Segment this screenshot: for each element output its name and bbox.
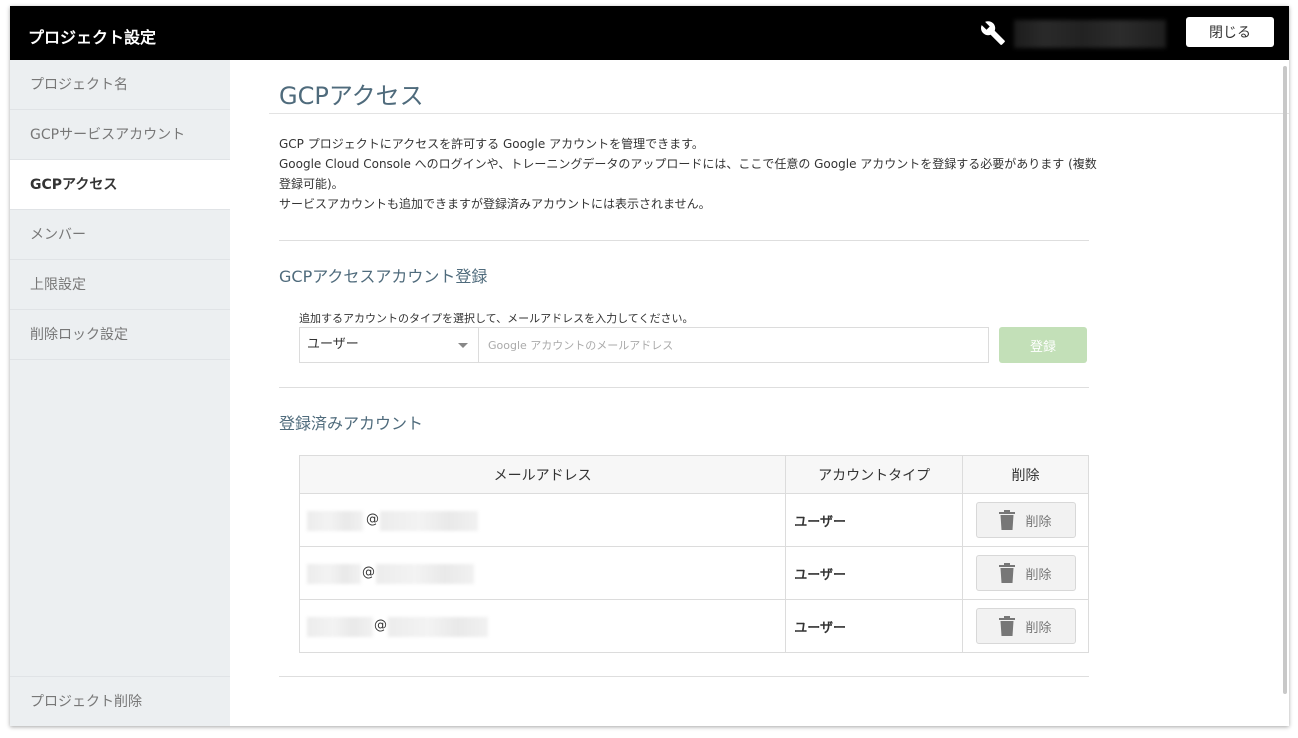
delete-label: 削除 xyxy=(1025,567,1052,583)
page-header-title: プロジェクト設定 xyxy=(28,28,157,47)
delete-label: 削除 xyxy=(1025,620,1052,636)
email-input[interactable] xyxy=(479,327,989,363)
table-header-row: メールアドレス アカウントタイプ 削除 xyxy=(298,455,1089,494)
redacted-email-local xyxy=(307,564,361,584)
description-line-2: Google Cloud Console へのログインや、トレーニングデータのア… xyxy=(279,157,1097,191)
description-line-1: GCP プロジェクトにアクセスを許可する Google アカウントを管理できます… xyxy=(279,137,704,151)
description-line-3: サービスアカウントも追加できますが登録済みアカウントには表示されません。 xyxy=(279,197,711,211)
redacted-email-local xyxy=(307,617,373,637)
sidebar-item-delete-project[interactable]: プロジェクト削除 xyxy=(10,676,230,726)
column-header-type: アカウントタイプ xyxy=(785,455,964,494)
section-divider xyxy=(279,676,1089,677)
title-divider xyxy=(269,113,1289,114)
wrench-icon[interactable] xyxy=(980,20,1006,46)
register-button[interactable]: 登録 xyxy=(999,327,1087,363)
redacted-email-domain xyxy=(376,564,474,584)
sidebar-item-gcp-access[interactable]: GCPアクセス xyxy=(10,160,230,210)
delete-button[interactable]: 削除 xyxy=(975,608,1076,644)
chevron-down-icon xyxy=(458,343,468,348)
column-header-delete: 削除 xyxy=(962,455,1089,494)
redacted-email-local xyxy=(307,511,363,531)
user-account-redacted[interactable] xyxy=(1014,20,1166,48)
trash-icon xyxy=(999,616,1016,636)
registered-section-title: 登録済みアカウント xyxy=(279,414,424,433)
redacted-email-domain xyxy=(388,617,488,637)
account-type-cell: ユーザー xyxy=(785,546,964,600)
table-row: @ ユーザー 削除 xyxy=(298,546,1089,600)
account-type-select[interactable]: ユーザー xyxy=(299,327,479,363)
email-at-sign: @ xyxy=(362,565,375,580)
main-content: GCPアクセス GCP プロジェクトにアクセスを許可する Google アカウン… xyxy=(230,60,1289,726)
account-type-cell: ユーザー xyxy=(785,493,964,547)
email-cell: @ xyxy=(298,493,787,547)
trash-icon xyxy=(999,510,1016,530)
sidebar-item-members[interactable]: メンバー xyxy=(10,210,230,260)
email-cell: @ xyxy=(298,599,787,653)
delete-cell: 削除 xyxy=(962,599,1089,653)
delete-cell: 削除 xyxy=(962,493,1089,547)
description: GCP プロジェクトにアクセスを許可する Google アカウントを管理できます… xyxy=(279,134,1099,214)
sidebar-item-project-name[interactable]: プロジェクト名 xyxy=(10,60,230,110)
sidebar: プロジェクト名 GCPサービスアカウント GCPアクセス メンバー 上限設定 削… xyxy=(10,60,230,726)
sidebar-item-gcp-service-account[interactable]: GCPサービスアカウント xyxy=(10,110,230,160)
email-cell: @ xyxy=(298,546,787,600)
column-header-email: メールアドレス xyxy=(298,455,787,494)
table-row: @ ユーザー 削除 xyxy=(298,599,1089,653)
section-divider xyxy=(279,240,1089,241)
register-instruction: 追加するアカウントのタイプを選択して、メールアドレスを入力してください。 xyxy=(299,312,694,325)
delete-button[interactable]: 削除 xyxy=(975,502,1076,538)
delete-cell: 削除 xyxy=(962,546,1089,600)
sidebar-item-delete-lock[interactable]: 削除ロック設定 xyxy=(10,310,230,360)
table-row: @ ユーザー 削除 xyxy=(298,493,1089,547)
page-title: GCPアクセス xyxy=(279,82,424,110)
section-divider xyxy=(279,387,1089,388)
account-type-value: ユーザー xyxy=(307,337,359,352)
account-type-cell: ユーザー xyxy=(785,599,964,653)
trash-icon xyxy=(999,563,1016,583)
delete-label: 削除 xyxy=(1025,514,1052,530)
email-at-sign: @ xyxy=(374,618,387,633)
delete-button[interactable]: 削除 xyxy=(975,555,1076,591)
close-button[interactable]: 閉じる xyxy=(1186,17,1274,47)
header-bar: プロジェクト設定 閉じる xyxy=(10,6,1289,60)
settings-window: プロジェクト設定 閉じる プロジェクト名 GCPサービスアカウント GCPアクセ… xyxy=(10,6,1289,726)
email-at-sign: @ xyxy=(366,512,379,527)
redacted-email-domain xyxy=(380,511,478,531)
scrollbar[interactable] xyxy=(1283,66,1287,694)
sidebar-item-limits[interactable]: 上限設定 xyxy=(10,260,230,310)
register-section-title: GCPアクセスアカウント登録 xyxy=(279,267,488,286)
accounts-table: メールアドレス アカウントタイプ 削除 @ ユーザー 削除 @ ユーザー 削除 … xyxy=(298,455,1089,653)
